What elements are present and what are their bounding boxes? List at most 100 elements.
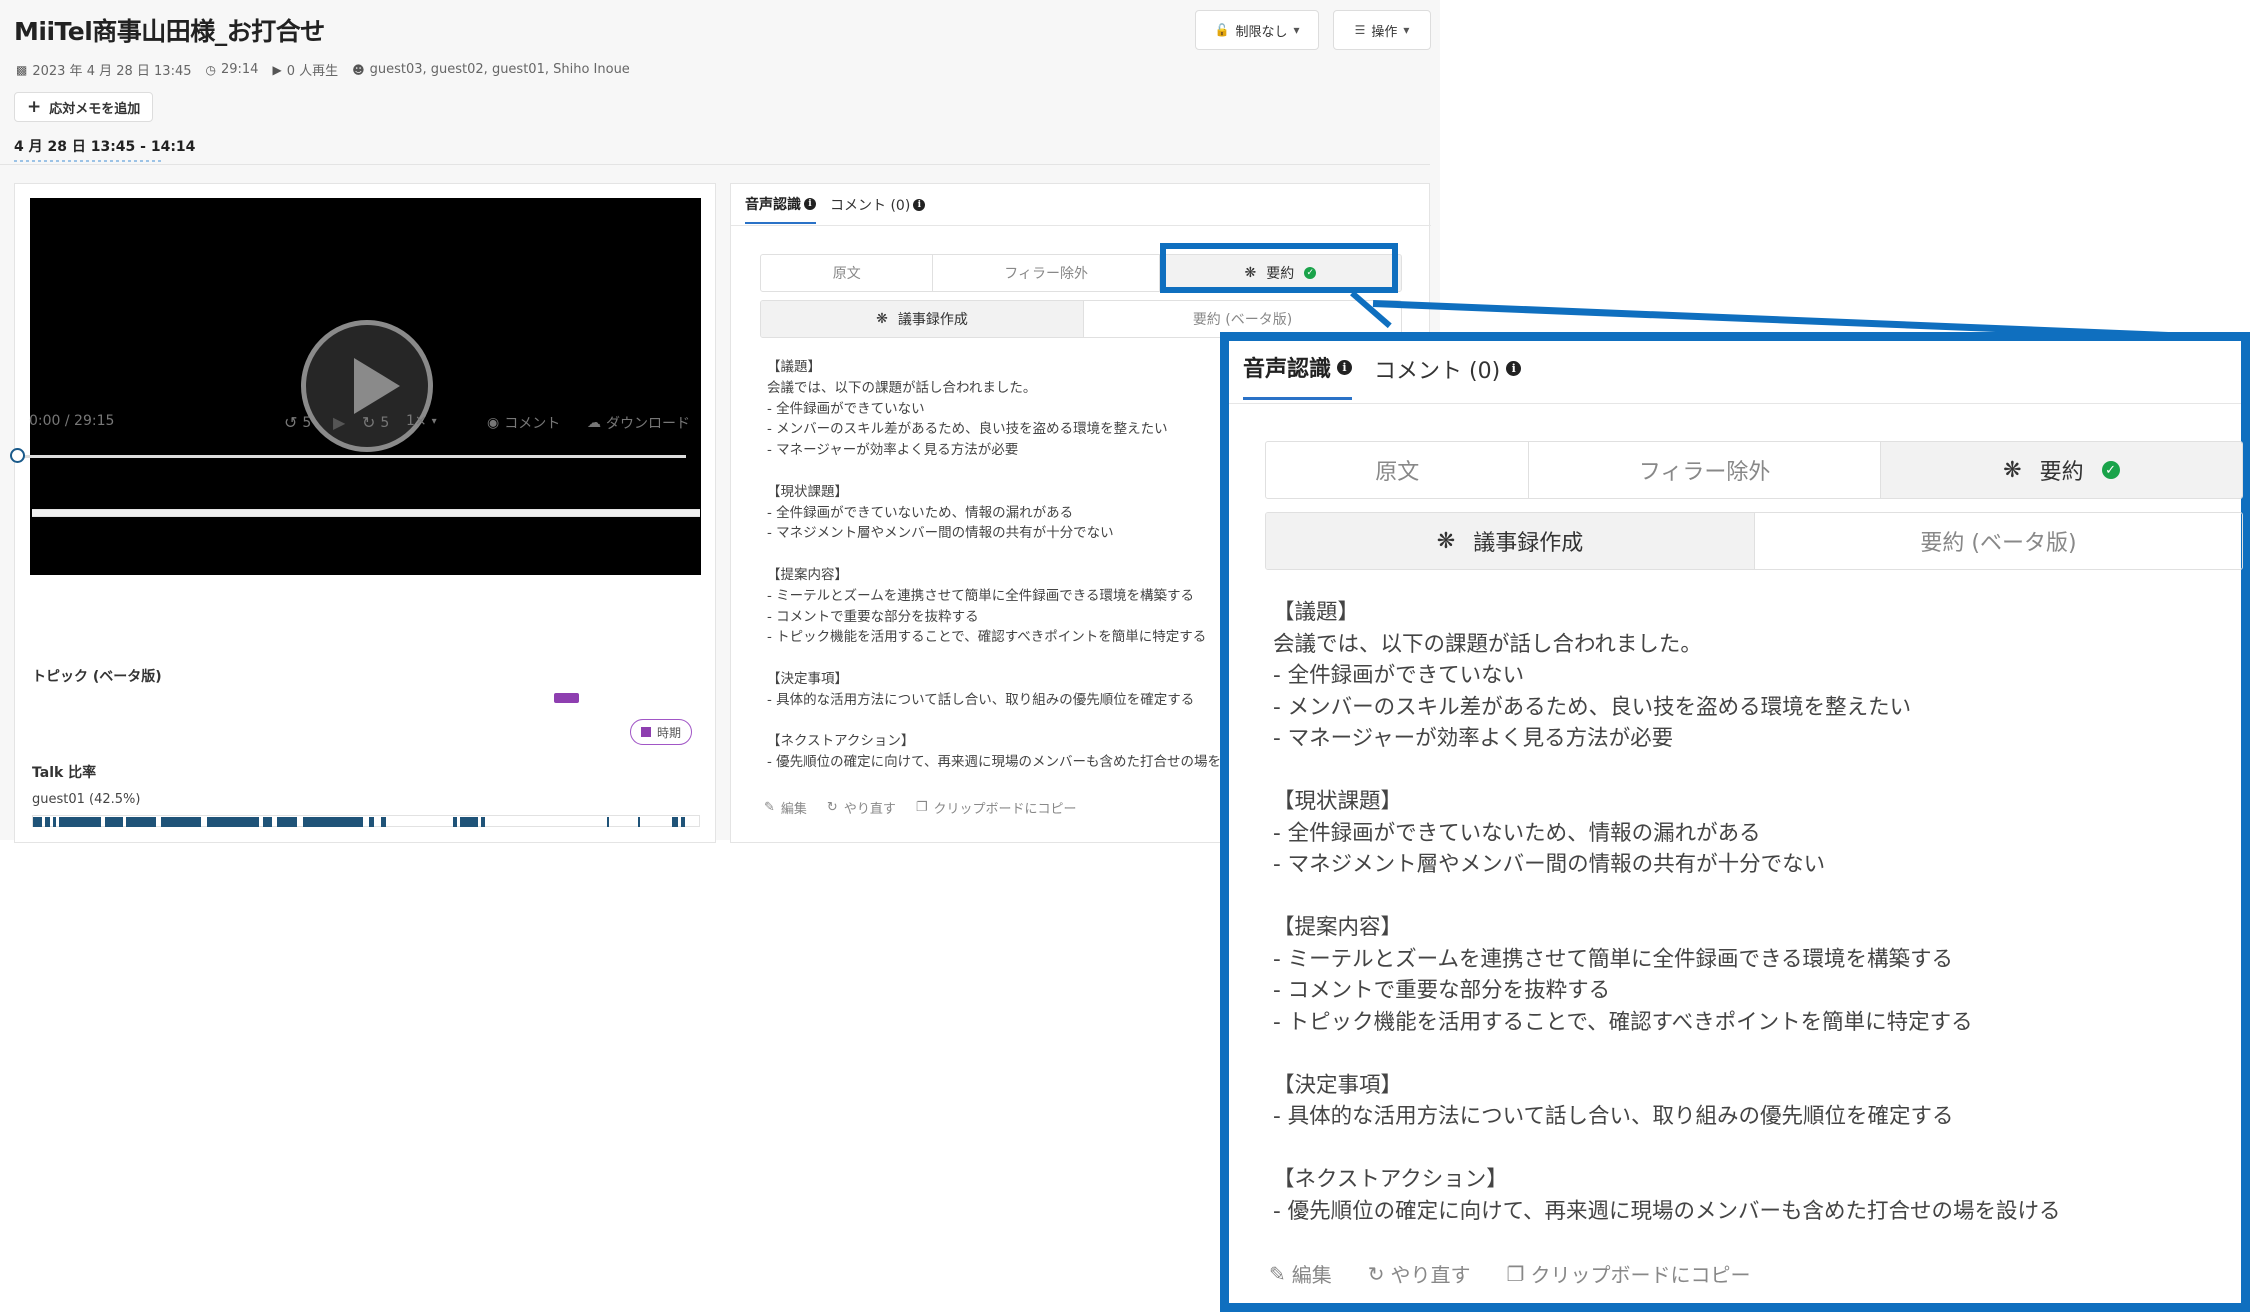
summary-line: - マネージャーが効率よく見る方法が必要 [767,442,1019,459]
operations-label: 操作 [1371,24,1398,40]
edit-button[interactable]: ✎ 編集 [764,798,807,817]
summary-line: - 具体的な活用方法について話し合い、取り組みの優先順位を確定する [1273,1104,1954,1129]
play-circle-icon: ▶ [272,62,282,77]
view-filler-label: フィラー除外 [1638,460,1771,485]
comment-icon: ◉ [487,415,500,431]
copy-button[interactable]: ❐ クリップボードにコピー [916,798,1077,817]
talk-segment [681,817,685,827]
view-original-label: 原文 [832,266,861,282]
seek-bar[interactable] [18,455,686,458]
view-original[interactable]: 原文 [761,255,934,291]
view-filler-removed[interactable]: フィラー除外 [933,255,1160,291]
talk-segment [672,817,678,827]
forward-button[interactable]: ↻ 5 [362,413,389,432]
topics-heading: トピック (ベータ版) [32,669,162,685]
meta-participants: ☻ guest03, guest02, guest01, Shiho Inoue [352,62,630,77]
summary-line: - ミーテルとズームを連携させて簡単に全件録画できる環境を構築する [767,587,1194,604]
rewind-button[interactable]: ↺ 5 [284,413,311,432]
play-button[interactable]: ▶ [333,413,345,432]
add-memo-button[interactable]: + 応対メモを追加 [14,92,154,122]
summary-line: - ミーテルとズームを連携させて簡単に全件録画できる環境を構築する [1273,946,1954,972]
clipboard-icon: ❐ [1506,1261,1525,1286]
summary-section-heading: 【決定事項】 [767,670,848,687]
summary-text: 【議題】 会議では、以下の課題が話し合われました。 - 全件録画ができていない - メ… [767,357,1227,773]
redo-button[interactable]: ↻ やり直す [827,798,896,817]
summary-text: 【議題】 会議では、以下の課題が話し合われました。 - 全件録画ができていない - メ… [1273,597,2061,1227]
topic-track[interactable] [32,509,700,517]
header-divider [0,164,1430,165]
view-filler-removed[interactable]: フィラー除外 [1529,442,1881,498]
unlock-icon: 🔓 [1214,23,1230,37]
summary-section-heading: 【現状課題】 [767,483,848,500]
tab-comment[interactable]: コメント (0) i [1374,351,1522,400]
info-icon: i [804,198,816,210]
talk-heading: Talk 比率 [32,765,97,781]
copy-button[interactable]: ❐ クリップボードにコピー [1507,1259,1751,1288]
tab-speech-recognition[interactable]: 音声認識 i [745,194,816,224]
redo-label: やり直す [1390,1263,1471,1287]
redo-button[interactable]: ↻ やり直す [1368,1259,1471,1288]
player-time: 0:00 / 29:15 [29,413,115,429]
edit-label: 編集 [1291,1263,1332,1287]
copy-label: クリップボードにコピー [1530,1263,1751,1287]
summary-section-heading: 【決定事項】 [1273,1072,1403,1098]
meta-duration: ◷ 29:14 [206,62,259,77]
view-switch: 原文 フィラー除外 ❋ 要約 ✓ [1265,441,2243,499]
tabs-divider [1229,403,2241,404]
users-icon: ☻ [352,62,365,77]
summary-line: 会議では、以下の課題が話し合われました。 [767,379,1037,396]
mode-minutes[interactable]: ❋ 議事録作成 [1266,513,1755,569]
tab-comment-label: コメント (0) [830,198,911,214]
summary-line: - 全件録画ができていない [1273,663,1525,688]
redo-icon: ↻ [826,800,838,815]
talk-speaker-label: guest01 (42.5%) [32,792,141,807]
video-player[interactable] [30,198,701,575]
tab-comment[interactable]: コメント (0) i [830,194,926,224]
highlight-box [1160,243,1398,293]
openai-icon: ❋ [1436,528,1456,554]
talk-segment [369,817,374,827]
summary-tabs: 音声認識 i コメント (0) i [745,194,926,224]
rewind-icon: ↺ [284,413,298,432]
page-title: MiiTel商事山田様_お打合せ [14,17,325,46]
mode-minutes[interactable]: ❋ 議事録作成 [761,301,1084,337]
view-original[interactable]: 原文 [1266,442,1530,498]
mode-summary-beta[interactable]: 要約 (ベータ版) [1755,513,2242,569]
summary-line: - 優先順位の確定に向けて、再来週に現場のメンバーも含めた打合せの場を設ける [1273,1198,2061,1224]
download-button[interactable]: ☁ ダウンロード [587,413,690,433]
download-label: ダウンロード [606,416,690,432]
summary-line: - マネージャーが効率よく見る方法が必要 [1273,726,1674,751]
zoomed-summary-panel: 音声認識 i コメント (0) i 原文 フィラー除外 ❋ 要約 ✓ ❋ 議事録… [1220,332,2250,1312]
restriction-label: 制限なし [1235,24,1288,40]
meta-date-text: 2023 年 4 月 28 日 13:45 [32,64,192,79]
topic-marker[interactable] [554,693,579,703]
topic-color-swatch [641,727,651,737]
talk-segment [45,817,50,827]
big-play-button[interactable] [301,320,433,452]
tab-speech-recognition[interactable]: 音声認識 i [1243,351,1353,400]
zoom-tabs: 音声認識 i コメント (0) i [1243,351,1522,400]
summary-line: 会議では、以下の課題が話し合われました。 [1273,631,1702,657]
view-summary[interactable]: ❋ 要約 ✓ [1880,442,2242,498]
talk-segment [33,817,42,827]
talk-segment [638,817,640,827]
seek-handle[interactable] [10,448,25,463]
summary-section-heading: 【議題】 [1273,600,1360,625]
view-summary-label: 要約 [2039,460,2084,485]
talk-segment [607,817,609,827]
topic-badge[interactable]: 時期 [630,719,693,745]
rewind-seconds: 5 [302,414,312,431]
edit-button[interactable]: ✎ 編集 [1269,1259,1332,1288]
edit-icon: ✎ [1269,1261,1286,1286]
speed-select[interactable]: 1× ▾ [406,413,437,429]
talk-segment [53,817,56,827]
info-icon: i [1506,361,1522,376]
info-icon: i [1337,359,1353,375]
summary-line: - コメントで重要な部分を抜粋する [1273,978,1611,1003]
restriction-dropdown[interactable]: 🔓 制限なし ▾ [1195,10,1319,50]
calendar-icon: ▩ [16,62,28,77]
comment-button[interactable]: ◉ コメント [487,413,560,433]
clipboard-icon: ❐ [915,800,928,815]
operations-dropdown[interactable]: ☰ 操作 ▾ [1333,10,1431,50]
